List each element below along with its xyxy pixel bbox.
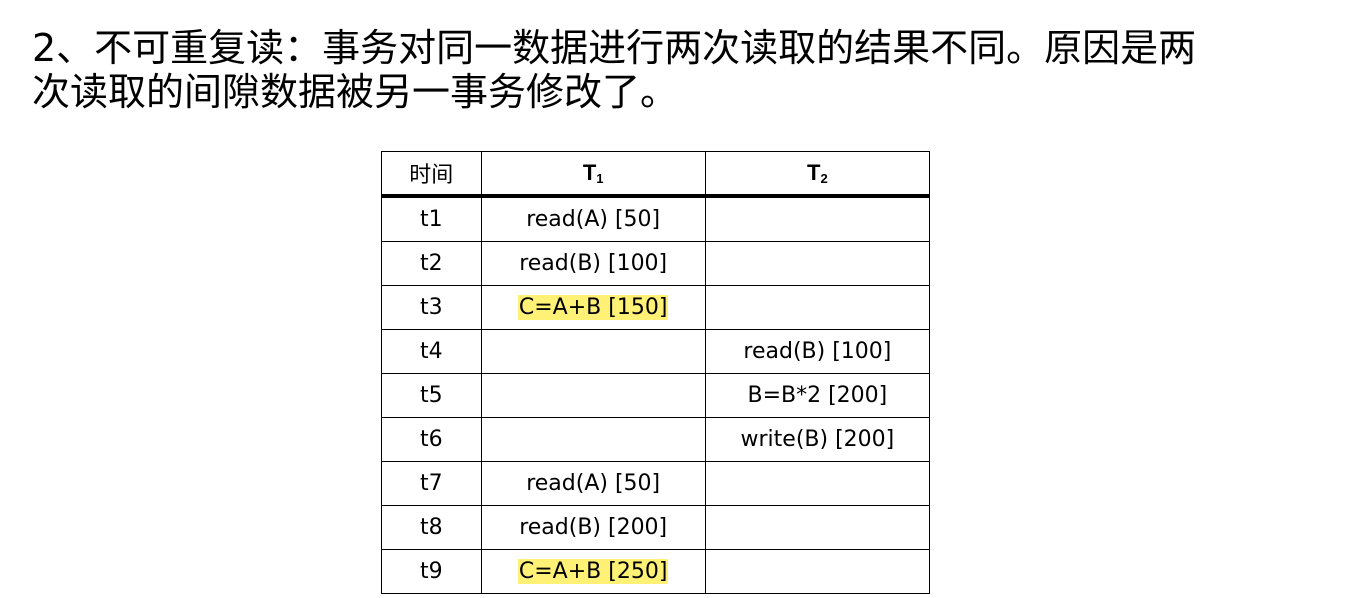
cell-t2: write(B) [200] (704, 417, 931, 462)
cell-t2 (704, 285, 931, 330)
cell-time: t1 (381, 195, 482, 242)
cell-t1-text: read(A) [50] (526, 471, 661, 496)
header-t2-sub: 2 (820, 171, 828, 186)
table-row: t5 B=B*2 [200] (381, 373, 931, 418)
table-row: t2 read(B) [100] (381, 241, 931, 286)
cell-t2 (704, 505, 931, 550)
cell-t1: read(A) [50] (480, 461, 706, 506)
table-row: t4 read(B) [100] (381, 329, 931, 374)
cell-t1 (480, 373, 706, 418)
transaction-schedule-table: 时间 T1 T2 t1 read(A) [50] t2 read(B) [100] t3… (381, 151, 931, 594)
cell-t2 (704, 549, 931, 594)
cell-t1: read(B) [100] (480, 241, 706, 286)
table-header-row: 时间 T1 T2 (381, 151, 931, 198)
table-row: t7 read(A) [50] (381, 461, 931, 506)
cell-t1-text: read(A) [50] (526, 207, 661, 232)
cell-t2: read(B) [100] (704, 329, 931, 374)
table-body: t1 read(A) [50] t2 read(B) [100] t3 C=A+B [15… (381, 195, 931, 594)
header-t2-base: T (807, 160, 821, 185)
cell-t2 (704, 241, 931, 286)
cell-t1 (480, 417, 706, 462)
cell-t1: C=A+B [250] (480, 549, 706, 594)
cell-t2 (704, 461, 931, 506)
cell-time: t4 (381, 329, 482, 374)
description-line-1: 2、不可重复读：事务对同一数据进行两次读取的结果不同。原因是两 (32, 26, 1197, 70)
cell-time: t6 (381, 417, 482, 462)
cell-time: t7 (381, 461, 482, 506)
cell-t1: read(A) [50] (480, 195, 706, 242)
header-t1: T1 (480, 151, 706, 198)
table-row: t9 C=A+B [250] (381, 549, 931, 594)
cell-t1-text: C=A+B [150] (517, 295, 669, 320)
cell-time: t2 (381, 241, 482, 286)
cell-t1-text: C=A+B [250] (517, 559, 669, 584)
cell-time: t5 (381, 373, 482, 418)
cell-t2: B=B*2 [200] (704, 373, 931, 418)
table-row: t8 read(B) [200] (381, 505, 931, 550)
table-row: t3 C=A+B [150] (381, 285, 931, 330)
header-time: 时间 (381, 151, 482, 198)
cell-t1-text: read(B) [200] (519, 515, 668, 540)
description-paragraph: 2、不可重复读：事务对同一数据进行两次读取的结果不同。原因是两 次读取的间隙数据… (32, 26, 1332, 114)
cell-t1: C=A+B [150] (480, 285, 706, 330)
cell-t2 (704, 195, 931, 242)
cell-t1-text: read(B) [100] (519, 251, 668, 276)
cell-t1: read(B) [200] (480, 505, 706, 550)
description-line-2: 次读取的间隙数据被另一事务修改了。 (32, 70, 679, 114)
cell-t1 (480, 329, 706, 374)
header-t1-base: T (582, 160, 597, 185)
cell-time: t9 (381, 549, 482, 594)
table-row: t1 read(A) [50] (381, 195, 931, 242)
cell-time: t8 (381, 505, 482, 550)
table-row: t6 write(B) [200] (381, 417, 931, 462)
cell-time: t3 (381, 285, 482, 330)
header-t2: T2 (704, 151, 931, 198)
header-t1-sub: 1 (596, 171, 604, 186)
